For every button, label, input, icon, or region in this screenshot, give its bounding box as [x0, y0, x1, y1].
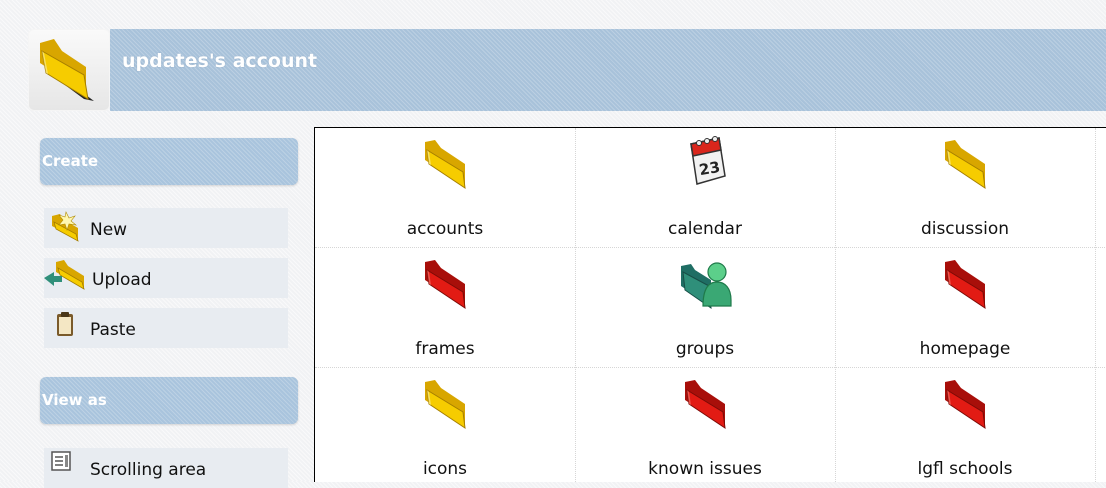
- item-label: frames: [415, 339, 475, 359]
- grid-item-lgfl-schools[interactable]: lgfl schools: [835, 368, 1095, 488]
- grid-item-icons[interactable]: icons: [315, 368, 575, 488]
- new-folder-icon: [52, 211, 79, 242]
- create-section-header: Create: [40, 138, 298, 185]
- group-icon: [681, 262, 732, 310]
- view-as-section-header: View as: [40, 377, 298, 424]
- upload-button[interactable]: Upload: [44, 258, 288, 298]
- grid-item-discussion[interactable]: discussion: [835, 128, 1095, 248]
- scrolling-area-icon: [51, 451, 71, 471]
- red-folder-icon: [945, 380, 986, 430]
- folder-icon: [40, 39, 94, 101]
- upload-label: Upload: [92, 270, 152, 290]
- yellow-folder-icon: [945, 140, 986, 190]
- new-label: New: [90, 220, 128, 240]
- item-label: icons: [422, 459, 468, 479]
- scrolling-area-option[interactable]: Scrolling area: [44, 448, 288, 488]
- paste-button[interactable]: Paste: [44, 308, 288, 348]
- paste-label: Paste: [90, 320, 136, 340]
- grid-item-known-issues[interactable]: known issues: [575, 368, 835, 488]
- scrolling-area-label: Scrolling area: [90, 460, 207, 480]
- red-folder-icon: [685, 380, 726, 430]
- grid-item-calendar[interactable]: 23 calendar: [575, 128, 835, 248]
- grid-item-frames[interactable]: frames: [315, 248, 575, 368]
- new-button[interactable]: New: [44, 208, 288, 248]
- account-title: updates's account: [122, 50, 318, 72]
- item-label: lgfl schools: [917, 459, 1013, 479]
- yellow-folder-icon: [425, 140, 466, 190]
- item-label: calendar: [668, 219, 742, 239]
- calendar-day: 23: [698, 158, 722, 179]
- calendar-icon: 23: [690, 136, 726, 185]
- item-label: known issues: [648, 459, 762, 479]
- paste-clipboard-icon: [57, 312, 73, 336]
- red-folder-icon: [425, 260, 466, 310]
- yellow-folder-icon: [425, 380, 466, 430]
- item-label: discussion: [920, 219, 1010, 239]
- grid-item-groups[interactable]: groups: [575, 248, 835, 368]
- grid-item-homepage[interactable]: homepage: [835, 248, 1095, 368]
- view-as-section-title: View as: [42, 391, 107, 409]
- create-section-title: Create: [42, 152, 99, 170]
- file-grid: accounts 23 calendar discussion frames g…: [314, 127, 1106, 482]
- item-label: homepage: [919, 339, 1011, 359]
- item-label: accounts: [406, 219, 484, 239]
- upload-folder-icon: [44, 260, 85, 290]
- grid-item-accounts[interactable]: accounts: [315, 128, 575, 248]
- item-label: groups: [675, 339, 735, 359]
- account-icon-box: [28, 29, 110, 111]
- red-folder-icon: [945, 260, 986, 310]
